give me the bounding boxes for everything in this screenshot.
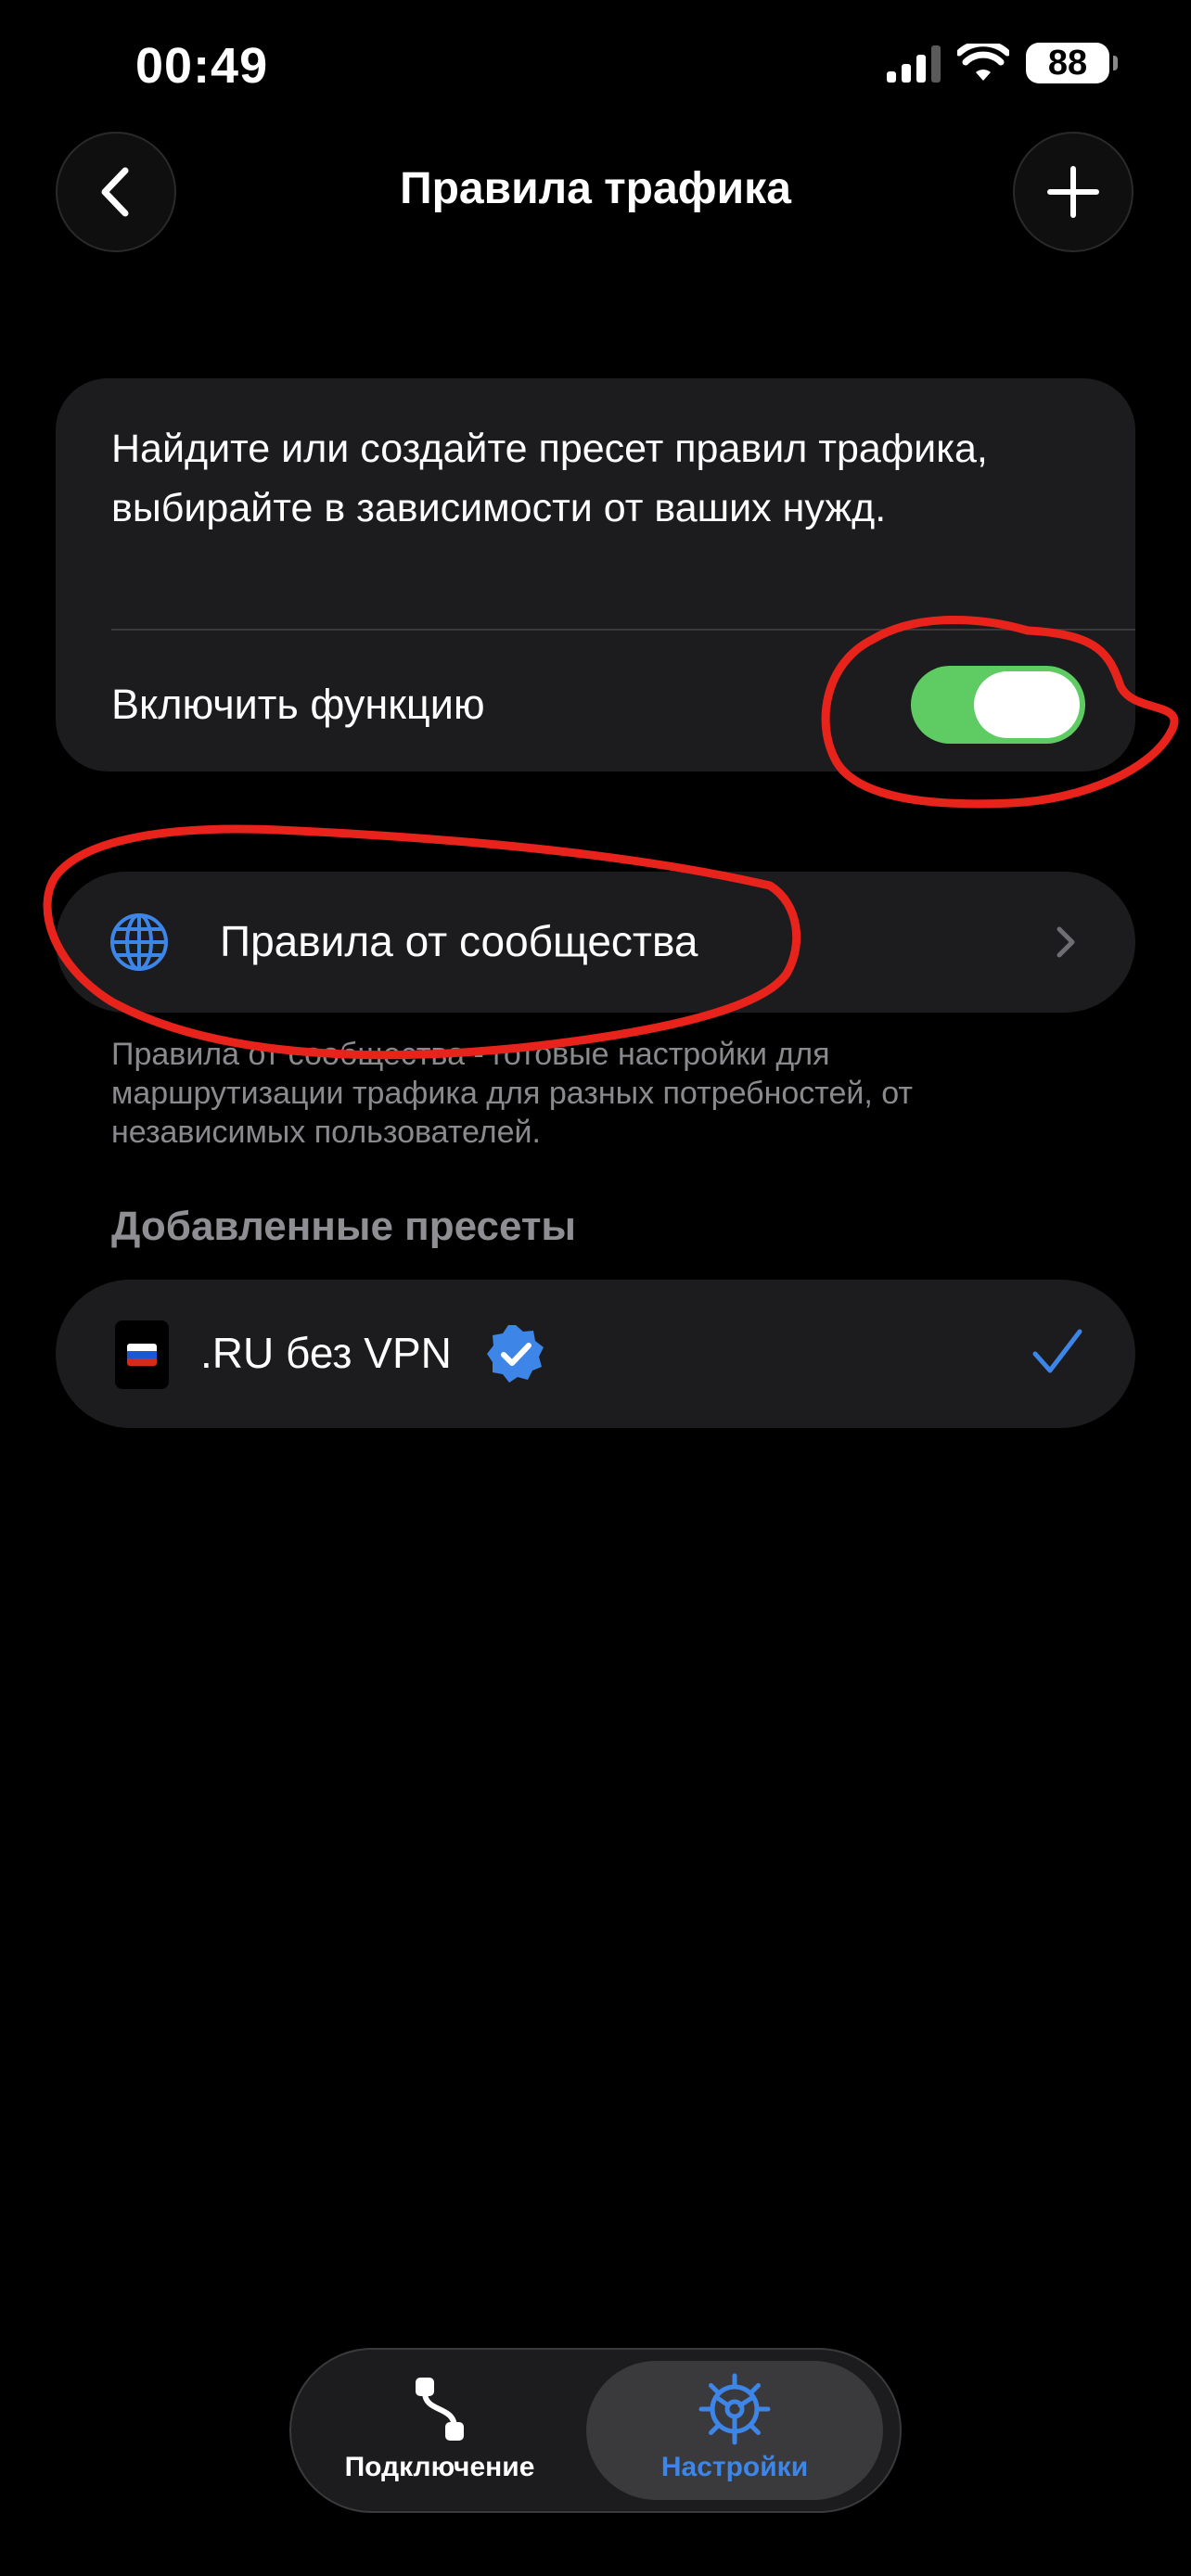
signal-icon [887,44,941,83]
gear-icon [698,2373,771,2445]
tab-bar: Подключение Настройки [289,2348,902,2513]
community-rules-row[interactable]: Правила от сообщества [56,872,1135,1013]
plus-icon [1047,166,1099,218]
status-icons: 88 [887,43,1118,83]
info-card: Найдите или создайте пресет правил трафи… [56,378,1135,772]
add-button[interactable] [1013,132,1133,252]
verified-icon [487,1325,544,1383]
toggle-label: Включить функцию [111,681,485,728]
info-description: Найдите или создайте пресет правил трафи… [111,427,988,530]
tab-settings[interactable]: Настройки [586,2361,883,2500]
globe-icon [110,913,168,971]
enable-feature-toggle[interactable] [911,666,1085,744]
status-time: 00:49 [135,38,269,94]
wifi-icon [957,44,1009,81]
preset-row[interactable]: .RU без VPN [56,1280,1135,1428]
tab-connection[interactable]: Подключение [291,2361,588,2500]
russia-flag-icon [115,1320,169,1389]
tab-connection-label: Подключение [344,2452,535,2482]
community-rules-label: Правила от сообщества [220,917,698,965]
checkmark-icon [1032,1329,1082,1373]
divider [111,629,1135,631]
community-description: Правила от сообщества - готовые настройк… [111,1037,913,1150]
battery-icon: 88 [1026,43,1118,83]
chevron-right-icon [1057,926,1075,958]
presets-heading: Добавленные пресеты [111,1204,576,1249]
toggle-knob [974,671,1080,738]
status-bar: 00:49 88 [0,0,1191,139]
tab-settings-label: Настройки [660,2452,809,2482]
preset-label: .RU без VPN [200,1329,452,1377]
route-icon [416,2378,464,2441]
